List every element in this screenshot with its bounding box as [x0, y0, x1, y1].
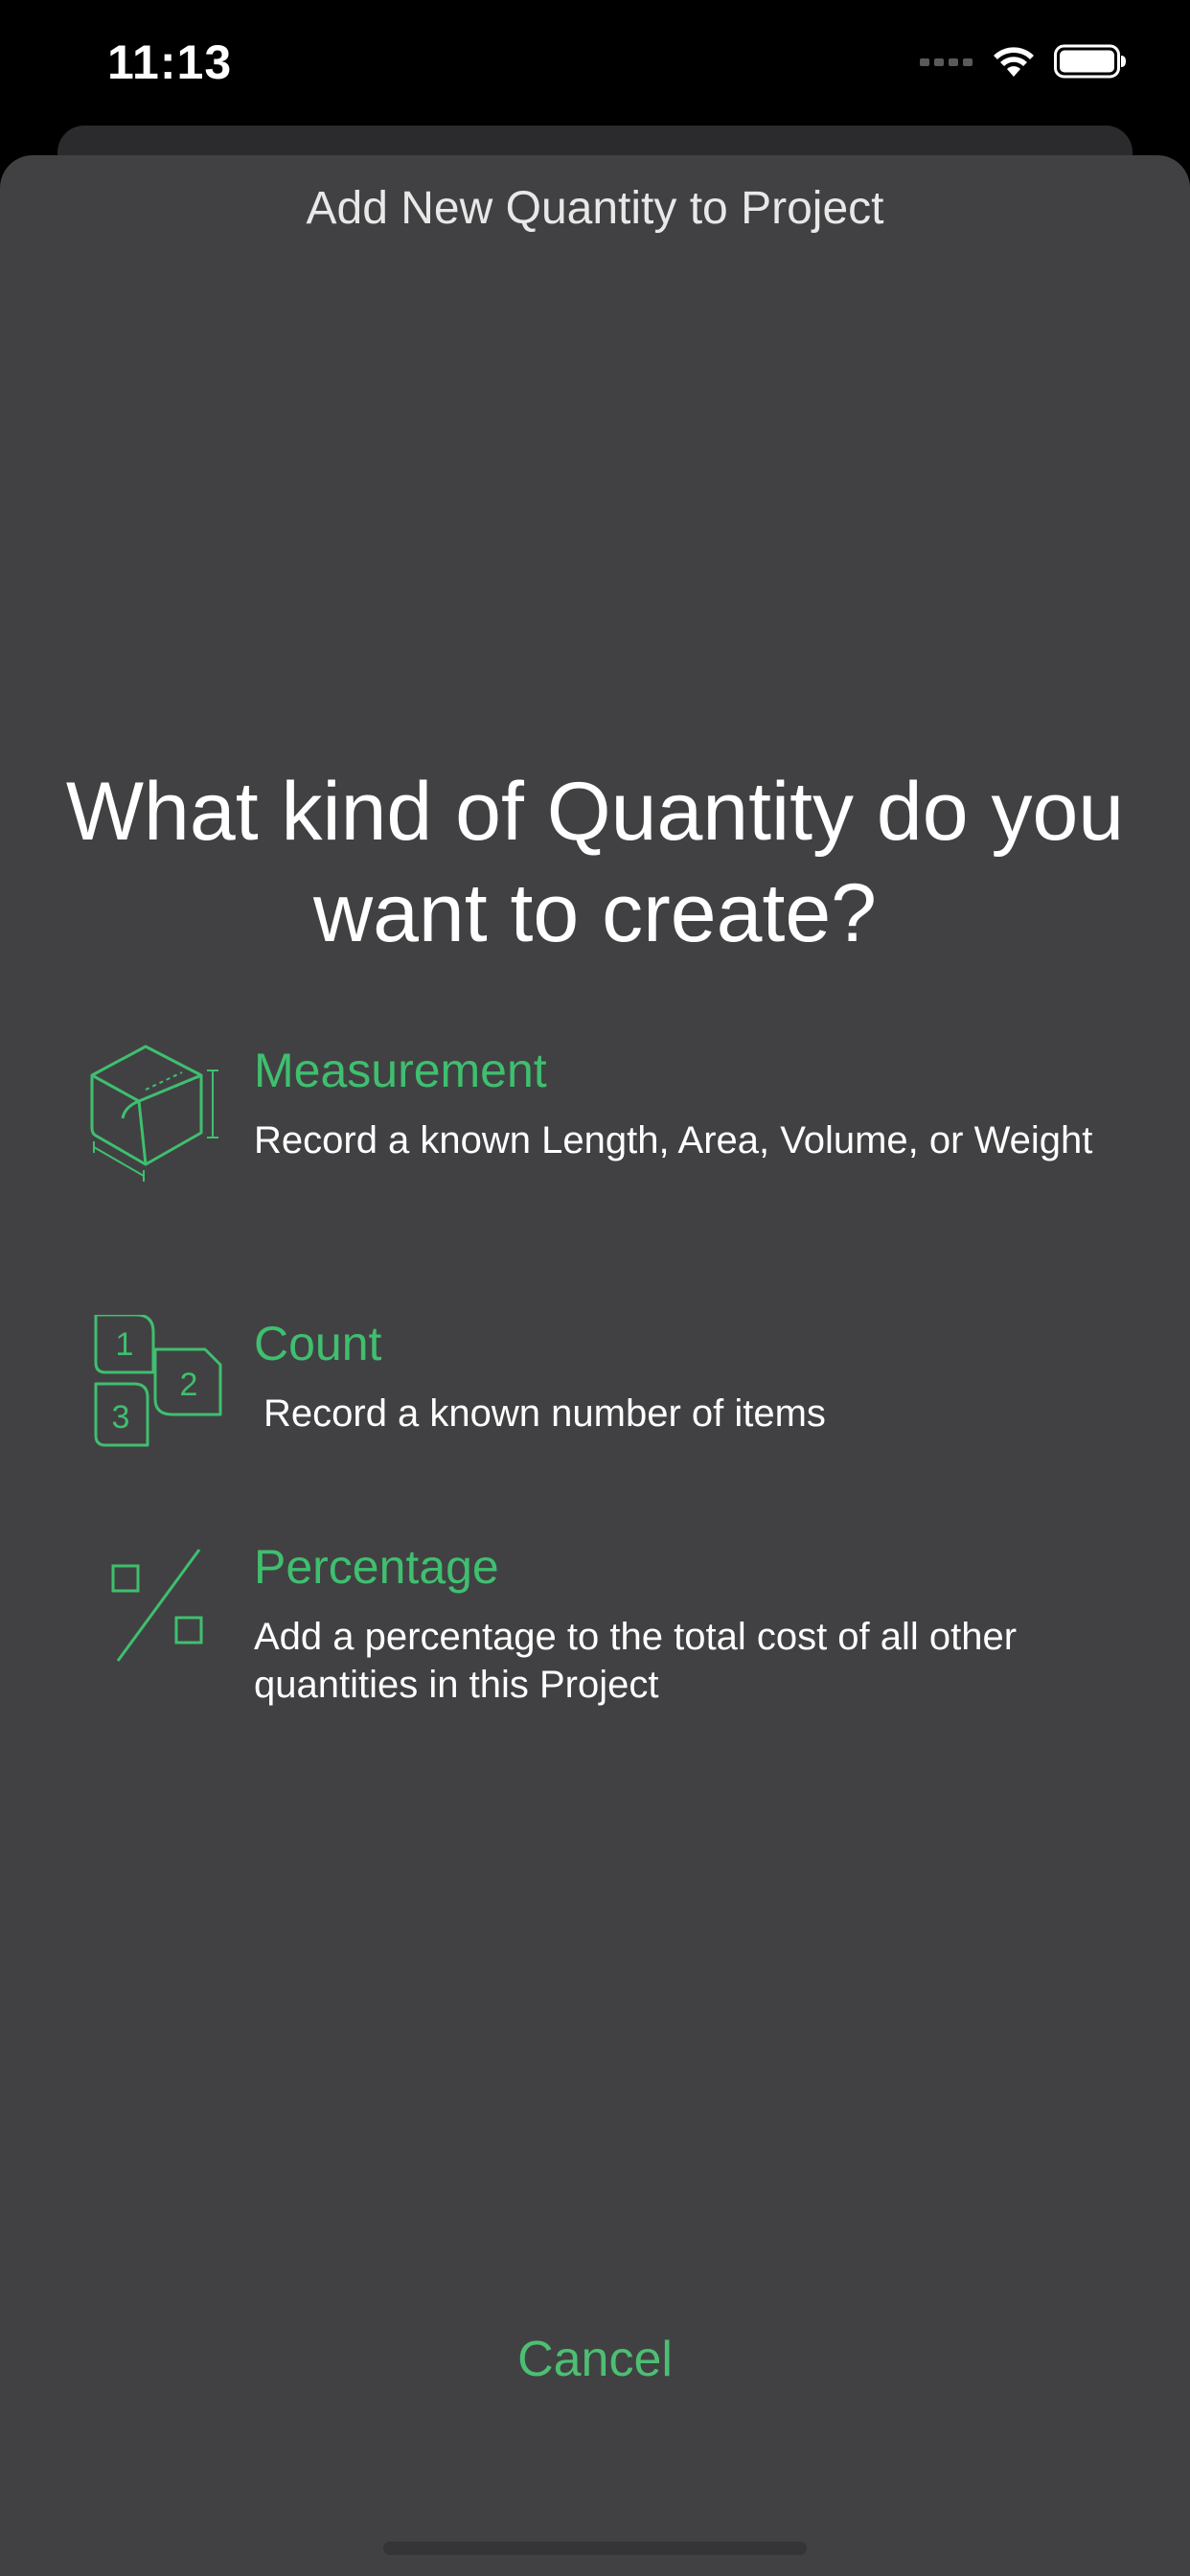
- sheet-title: Add New Quantity to Project: [306, 183, 884, 234]
- modal-sheet: Add New Quantity to Project What kind of…: [0, 155, 1190, 2576]
- home-indicator: [383, 2542, 807, 2555]
- numbered-tags-icon: 1 2 3: [86, 1313, 230, 1473]
- option-description: Record a known Length, Area, Volume, or …: [254, 1119, 1093, 1162]
- option-count-text: Count Record a known number of items: [254, 1315, 1133, 1438]
- battery-icon: [1054, 44, 1127, 83]
- option-title: Count: [254, 1317, 382, 1370]
- option-description: Add a percentage to the total cost of al…: [254, 1616, 1018, 1706]
- option-percentage[interactable]: Percentage Add a percentage to the total…: [86, 1538, 1133, 1706]
- status-time: 11:13: [107, 35, 233, 89]
- option-measurement-text: Measurement Record a known Length, Area,…: [254, 1042, 1133, 1164]
- option-percentage-text: Percentage Add a percentage to the total…: [254, 1538, 1133, 1709]
- cellular-signal-icon: [920, 55, 973, 73]
- cube-measure-icon: [86, 1042, 230, 1200]
- option-measurement[interactable]: Measurement Record a known Length, Area,…: [86, 1042, 1133, 1205]
- count-icon-digit: 3: [112, 1399, 130, 1436]
- option-description: Record a known number of items: [263, 1392, 826, 1435]
- option-count[interactable]: 1 2 3 Count Record a known number of ite…: [86, 1313, 1133, 1468]
- count-icon-digit: 2: [180, 1367, 198, 1403]
- wifi-icon: [991, 44, 1037, 83]
- percent-icon: [86, 1538, 230, 1696]
- option-title: Measurement: [254, 1044, 547, 1097]
- question-heading: What kind of Quantity do you want to cre…: [65, 766, 1125, 959]
- status-bar: 11:13: [0, 0, 1190, 125]
- option-title: Percentage: [254, 1540, 499, 1594]
- status-icons: [920, 44, 1127, 82]
- cancel-button[interactable]: Cancel: [403, 2331, 787, 2388]
- count-icon-digit: 1: [116, 1326, 134, 1363]
- screen: 11:13 Add New Quantity to Project What k…: [0, 0, 1190, 2576]
